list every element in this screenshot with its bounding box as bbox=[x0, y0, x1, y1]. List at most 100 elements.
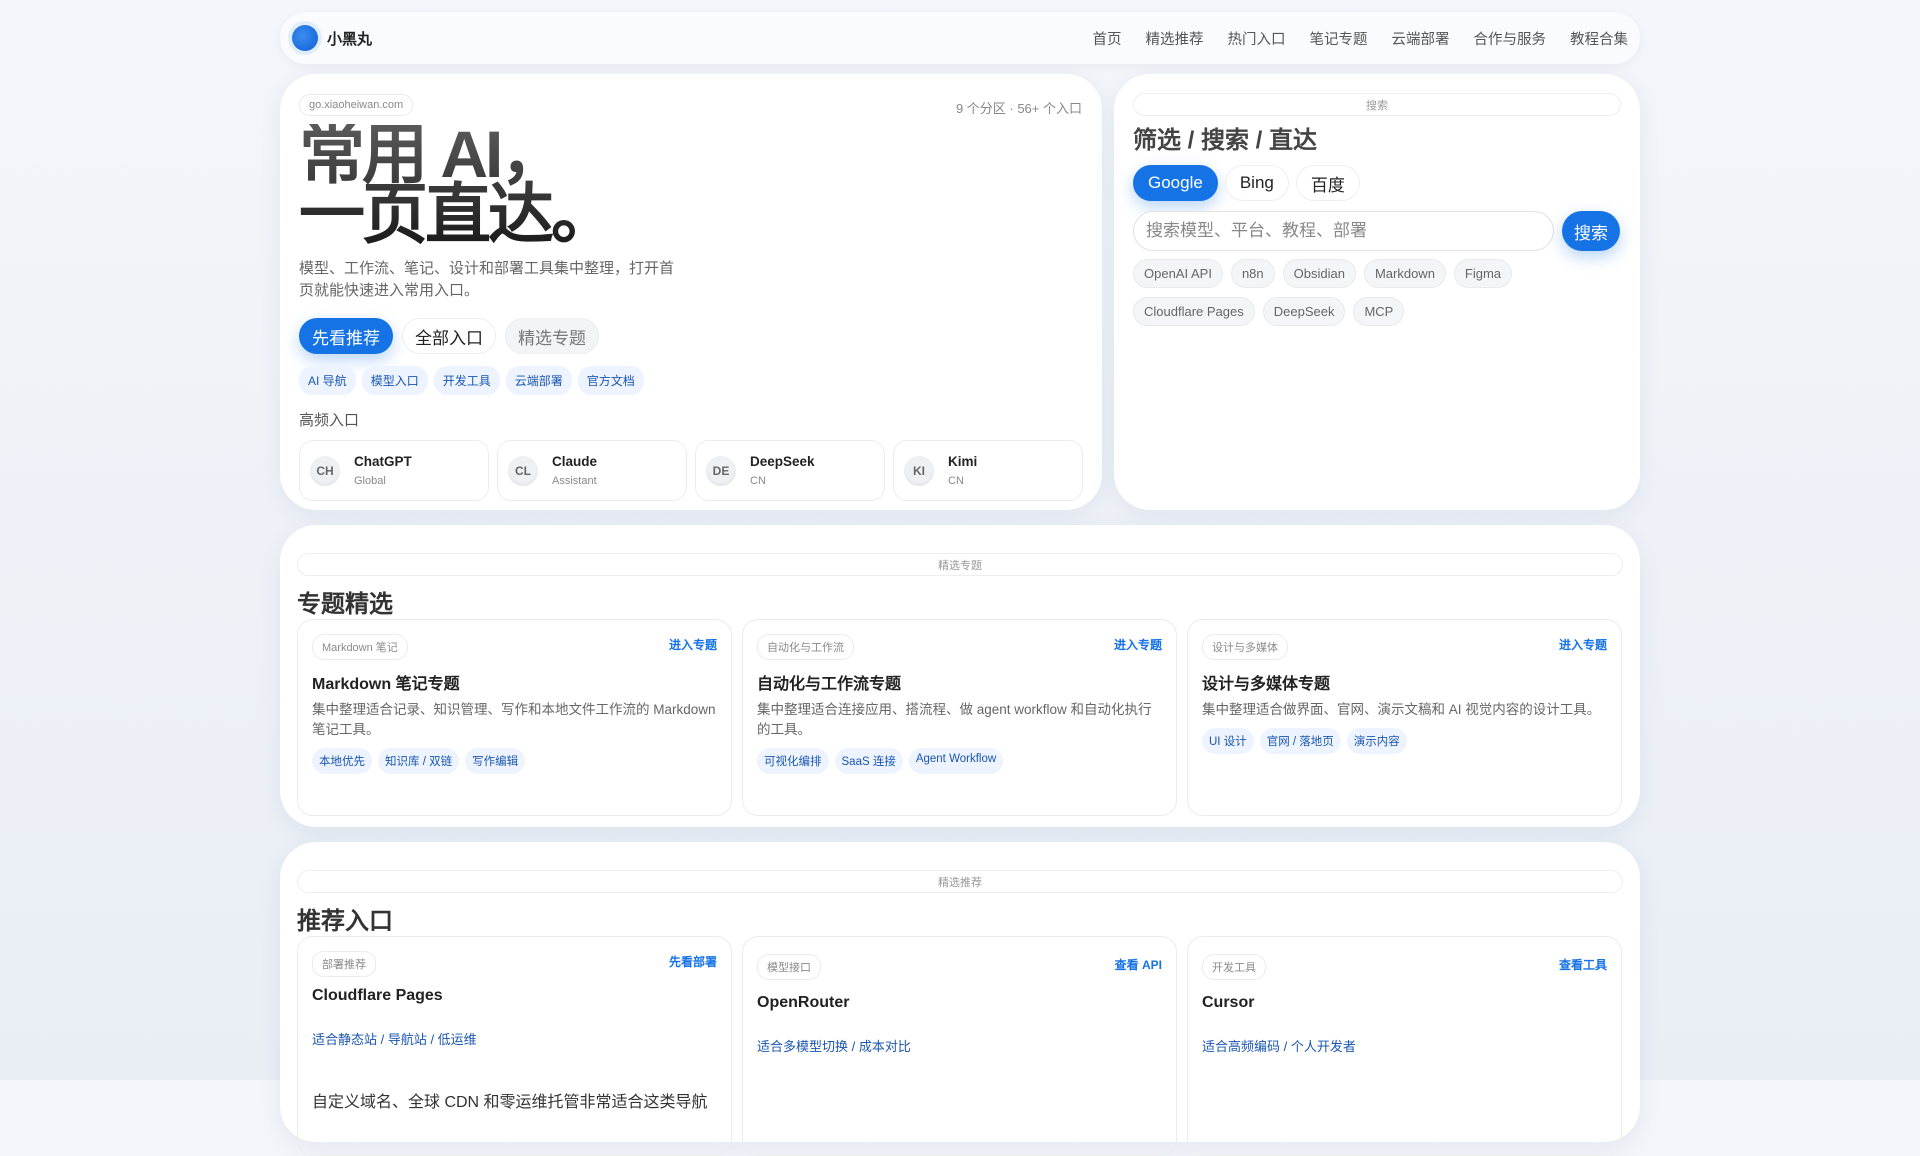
rec-card-cloudflare[interactable]: 部署推荐 先看部署 Cloudflare Pages 适合静态站 / 导航站 /… bbox=[297, 936, 732, 1156]
topics-section: 精选专题 专题精选 Markdown 笔记 进入专题 Markdown 笔记专题… bbox=[280, 525, 1640, 827]
avatar: DE bbox=[706, 455, 736, 486]
avatar: CL bbox=[508, 455, 538, 486]
search-chip[interactable]: Figma bbox=[1453, 259, 1513, 288]
hero-tag[interactable]: 官方文档 bbox=[577, 366, 644, 395]
topic-pill: 自动化与工作流 bbox=[757, 634, 854, 660]
hero-card: go.xiaoheiwan.com 9 个分区 · 56+ 个入口 常用 AI，… bbox=[280, 74, 1102, 510]
topics-title: 专题精选 bbox=[297, 591, 393, 618]
quick-sub: CN bbox=[948, 475, 964, 487]
recs-title: 推荐入口 bbox=[297, 908, 393, 935]
nav-link-featured[interactable]: 精选推荐 bbox=[1146, 28, 1204, 49]
rec-card-cursor[interactable]: 开发工具 查看工具 Cursor 适合高频编码 / 个人开发者 bbox=[1187, 936, 1622, 1156]
topics-label: 精选专题 bbox=[297, 553, 1623, 576]
search-card: 搜索 筛选 / 搜索 / 直达 Google Bing 百度 搜索 OpenAI… bbox=[1114, 74, 1640, 510]
quick-card-kimi[interactable]: KI Kimi CN bbox=[893, 440, 1083, 501]
quick-name: ChatGPT bbox=[354, 454, 412, 469]
enter-topic-link[interactable]: 进入专题 bbox=[1114, 636, 1162, 653]
nav-link-notes[interactable]: 笔记专题 bbox=[1310, 28, 1368, 49]
enter-topic-link[interactable]: 进入专题 bbox=[669, 636, 717, 653]
recommend-section: 精选推荐 推荐入口 部署推荐 先看部署 Cloudflare Pages 适合静… bbox=[280, 842, 1640, 1156]
quick-sub: Global bbox=[354, 475, 386, 487]
engine-bing[interactable]: Bing bbox=[1224, 165, 1289, 201]
all-entries-button[interactable]: 全部入口 bbox=[402, 318, 496, 354]
topic-tag[interactable]: 官网 / 落地页 bbox=[1259, 728, 1341, 754]
rec-card-openrouter[interactable]: 模型接口 查看 API OpenRouter 适合多模型切换 / 成本对比 bbox=[742, 936, 1177, 1156]
search-input[interactable] bbox=[1133, 211, 1554, 251]
quick-sub: Assistant bbox=[552, 475, 597, 487]
topic-desc: 集中整理适合做界面、官网、演示文稿和 AI 视觉内容的设计工具。 bbox=[1202, 702, 1601, 717]
search-button[interactable]: 搜索 bbox=[1562, 211, 1620, 251]
topic-card-design[interactable]: 设计与多媒体 进入专题 设计与多媒体专题 集中整理适合做界面、官网、演示文稿和 … bbox=[1187, 619, 1622, 816]
top-nav: 小黑丸 首页 精选推荐 热门入口 笔记专题 云端部署 合作与服务 教程合集 bbox=[280, 12, 1640, 64]
topics-button[interactable]: 精选专题 bbox=[505, 318, 599, 354]
search-chip[interactable]: DeepSeek bbox=[1262, 297, 1346, 326]
topic-tag[interactable]: 可视化编排 bbox=[757, 748, 829, 774]
engine-google[interactable]: Google bbox=[1133, 165, 1218, 201]
hero-desc: 模型、工作流、笔记、设计和部署工具集中整理，打开首页就能快速进入常用入口。 bbox=[299, 260, 675, 299]
hero-tag[interactable]: 开发工具 bbox=[433, 366, 500, 395]
rec-title: Cursor bbox=[1202, 994, 1255, 1011]
rec-desc: 自定义域名、全球 CDN 和零运维托管非常适合这类导航 bbox=[312, 1094, 708, 1111]
nav-link-cloud[interactable]: 云端部署 bbox=[1392, 28, 1450, 49]
topic-tag[interactable]: UI 设计 bbox=[1202, 728, 1254, 754]
rec-link[interactable]: 查看 API bbox=[1115, 956, 1162, 973]
search-chip[interactable]: Markdown bbox=[1363, 259, 1446, 288]
topic-tag[interactable]: 写作编辑 bbox=[465, 748, 526, 774]
quick-card-chatgpt[interactable]: CH ChatGPT Global bbox=[299, 440, 489, 501]
hero-tag[interactable]: 模型入口 bbox=[361, 366, 428, 395]
domain-pill: go.xiaoheiwan.com bbox=[299, 94, 414, 116]
rec-link[interactable]: 查看工具 bbox=[1559, 956, 1607, 973]
search-chip[interactable]: Obsidian bbox=[1282, 259, 1356, 288]
nav-link-services[interactable]: 合作与服务 bbox=[1474, 28, 1547, 49]
topic-pill: Markdown 笔记 bbox=[312, 634, 408, 660]
nav-link-hot[interactable]: 热门入口 bbox=[1228, 28, 1286, 49]
nav-link-tutorials[interactable]: 教程合集 bbox=[1570, 28, 1628, 49]
quick-name: Kimi bbox=[948, 454, 978, 469]
topic-tag[interactable]: Agent Workflow bbox=[908, 748, 1004, 774]
topic-card-markdown[interactable]: Markdown 笔记 进入专题 Markdown 笔记专题 集中整理适合记录、… bbox=[297, 619, 732, 816]
hero-title: 常用 AI， 一页直达。 bbox=[299, 124, 1083, 244]
rec-pill: 开发工具 bbox=[1202, 954, 1266, 980]
enter-topic-link[interactable]: 进入专题 bbox=[1559, 636, 1607, 653]
nav-link-home[interactable]: 首页 bbox=[1093, 28, 1122, 49]
topic-tag[interactable]: 演示内容 bbox=[1346, 728, 1407, 754]
hero-title-line2: 一页直达。 bbox=[299, 177, 614, 251]
quick-card-deepseek[interactable]: DE DeepSeek CN bbox=[695, 440, 885, 501]
recommend-button[interactable]: 先看推荐 bbox=[299, 318, 393, 354]
quick-sub: CN bbox=[750, 475, 766, 487]
topic-title: 设计与多媒体专题 bbox=[1202, 676, 1331, 693]
hero-title-line1: 常用 AI， bbox=[299, 117, 564, 191]
search-chip[interactable]: n8n bbox=[1230, 259, 1275, 288]
rec-pill: 模型接口 bbox=[757, 954, 821, 980]
quick-label: 高频入口 bbox=[299, 412, 360, 429]
search-chip[interactable]: OpenAI API bbox=[1133, 259, 1223, 288]
search-chip[interactable]: Cloudflare Pages bbox=[1133, 297, 1255, 326]
hero-tag[interactable]: 云端部署 bbox=[505, 366, 572, 395]
rec-title: Cloudflare Pages bbox=[312, 987, 443, 1004]
topic-pill: 设计与多媒体 bbox=[1202, 634, 1288, 660]
rec-fit: 适合静态站 / 导航站 / 低运维 bbox=[312, 1032, 477, 1047]
topic-tag[interactable]: SaaS 连接 bbox=[834, 748, 903, 774]
logo-icon[interactable] bbox=[292, 25, 318, 51]
recs-label: 精选推荐 bbox=[297, 870, 1623, 893]
hero-tag[interactable]: AI 导航 bbox=[299, 366, 356, 395]
rec-fit: 适合高频编码 / 个人开发者 bbox=[1202, 1039, 1356, 1054]
rec-title: OpenRouter bbox=[757, 994, 850, 1011]
rec-pill: 部署推荐 bbox=[312, 951, 376, 977]
rec-fit: 适合多模型切换 / 成本对比 bbox=[757, 1039, 911, 1054]
search-title: 筛选 / 搜索 / 直达 bbox=[1133, 127, 1318, 154]
engine-baidu[interactable]: 百度 bbox=[1295, 165, 1360, 201]
search-chip[interactable]: MCP bbox=[1353, 297, 1405, 326]
nav-links: 首页 精选推荐 热门入口 笔记专题 云端部署 合作与服务 教程合集 bbox=[1093, 28, 1629, 49]
topic-title: Markdown 笔记专题 bbox=[312, 676, 460, 693]
quick-name: Claude bbox=[552, 454, 598, 469]
quick-card-claude[interactable]: CL Claude Assistant bbox=[497, 440, 687, 501]
search-label: 搜索 bbox=[1133, 93, 1621, 116]
topic-tag[interactable]: 知识库 / 双链 bbox=[378, 748, 460, 774]
brand-name[interactable]: 小黑丸 bbox=[327, 28, 372, 49]
rec-link[interactable]: 先看部署 bbox=[669, 953, 717, 970]
quick-name: DeepSeek bbox=[750, 454, 815, 469]
topic-tag[interactable]: 本地优先 bbox=[312, 748, 372, 774]
topic-card-automation[interactable]: 自动化与工作流 进入专题 自动化与工作流专题 集中整理适合连接应用、搭流程、做 … bbox=[742, 619, 1177, 816]
topic-desc: 集中整理适合连接应用、搭流程、做 agent workflow 和自动化执行的工… bbox=[757, 702, 1152, 737]
